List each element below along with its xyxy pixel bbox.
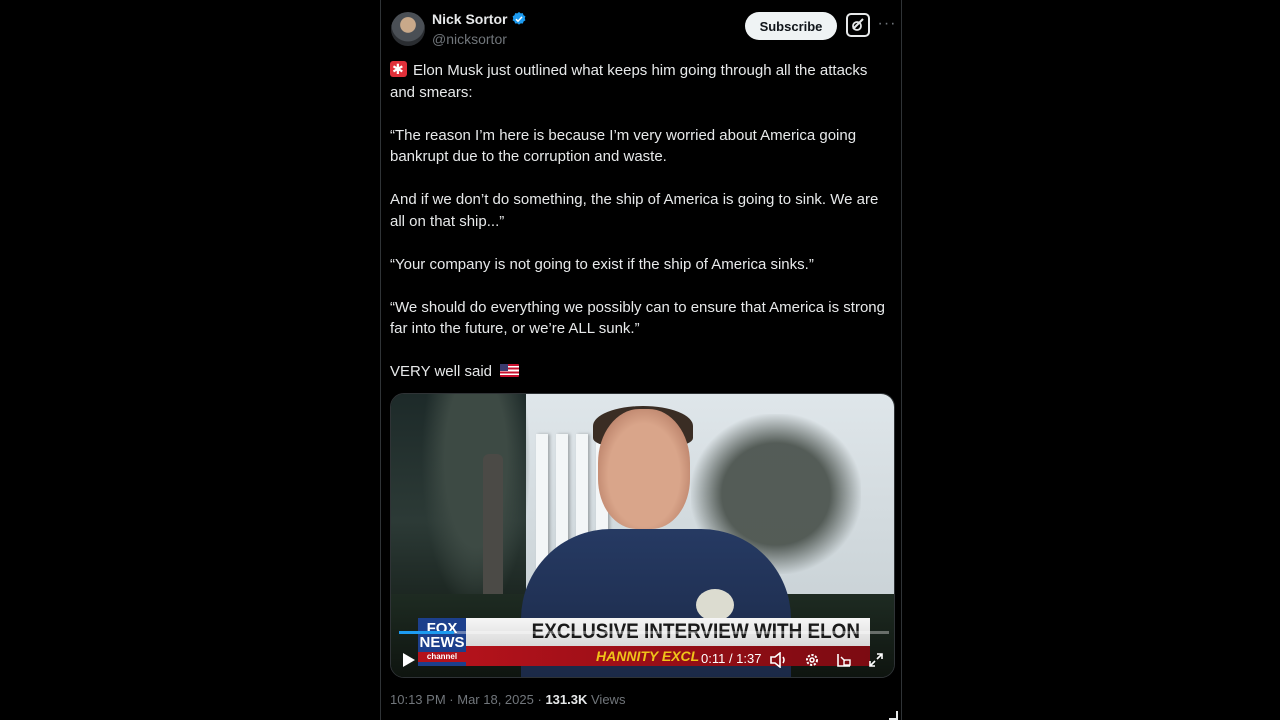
meta-separator: · xyxy=(449,692,454,707)
person-face-image xyxy=(598,409,690,529)
tweet-date[interactable]: Mar 18, 2025 xyxy=(457,692,534,707)
video-time: 0:11 / 1:37 xyxy=(701,651,762,666)
resize-corner-icon[interactable] xyxy=(889,711,898,720)
tweet-line: “We should do everything we possibly can… xyxy=(390,298,885,338)
video-player[interactable]: FOX NEWS channel EXCLUSIVE INTERVIEW WIT… xyxy=(390,393,895,678)
tweet-line: Elon Musk just outlined what keeps him g… xyxy=(390,62,868,101)
us-flag-emoji-icon xyxy=(500,364,520,377)
fullscreen-icon[interactable] xyxy=(866,650,886,670)
video-controls: 0:11 / 1:37 xyxy=(391,646,894,674)
settings-gear-icon[interactable] xyxy=(802,650,822,670)
tweet-text: Elon Musk just outlined what keeps him g… xyxy=(390,59,895,404)
tweet-meta: 10:13 PM · Mar 18, 2025 · 131.3K Views xyxy=(390,692,625,707)
video-progress-fill xyxy=(399,631,455,634)
author-name[interactable]: Nick Sortor xyxy=(432,11,507,27)
picture-in-picture-icon[interactable] xyxy=(834,650,854,670)
tweet-column: Nick Sortor @nicksortor Subscribe ··· El… xyxy=(380,0,902,720)
meta-separator: · xyxy=(537,692,542,707)
tweet-line: “The reason I’m here is because I’m very… xyxy=(390,126,857,166)
grok-icon[interactable] xyxy=(845,12,871,38)
tree-image xyxy=(421,394,531,614)
subscribe-button[interactable]: Subscribe xyxy=(745,12,837,40)
video-progress-bar[interactable] xyxy=(399,631,889,634)
volume-icon[interactable] xyxy=(769,650,789,670)
tweet-time[interactable]: 10:13 PM xyxy=(390,692,446,707)
jacket-patch-image xyxy=(696,589,734,621)
tweet-line: “Your company is not going to exist if t… xyxy=(390,255,814,273)
tweet-line: And if we don’t do something, the ship o… xyxy=(390,191,879,230)
views-label: Views xyxy=(591,692,626,707)
author-name-row: Nick Sortor xyxy=(432,11,527,27)
avatar[interactable] xyxy=(391,12,425,46)
author-handle[interactable]: @nicksortor xyxy=(432,31,507,47)
siren-emoji-icon xyxy=(390,59,407,81)
views-count: 131.3K xyxy=(545,692,588,707)
play-icon[interactable] xyxy=(399,650,419,670)
verified-badge-icon[interactable] xyxy=(511,11,527,27)
more-icon[interactable]: ··· xyxy=(877,14,897,34)
tweet-line: VERY well said xyxy=(390,363,492,380)
